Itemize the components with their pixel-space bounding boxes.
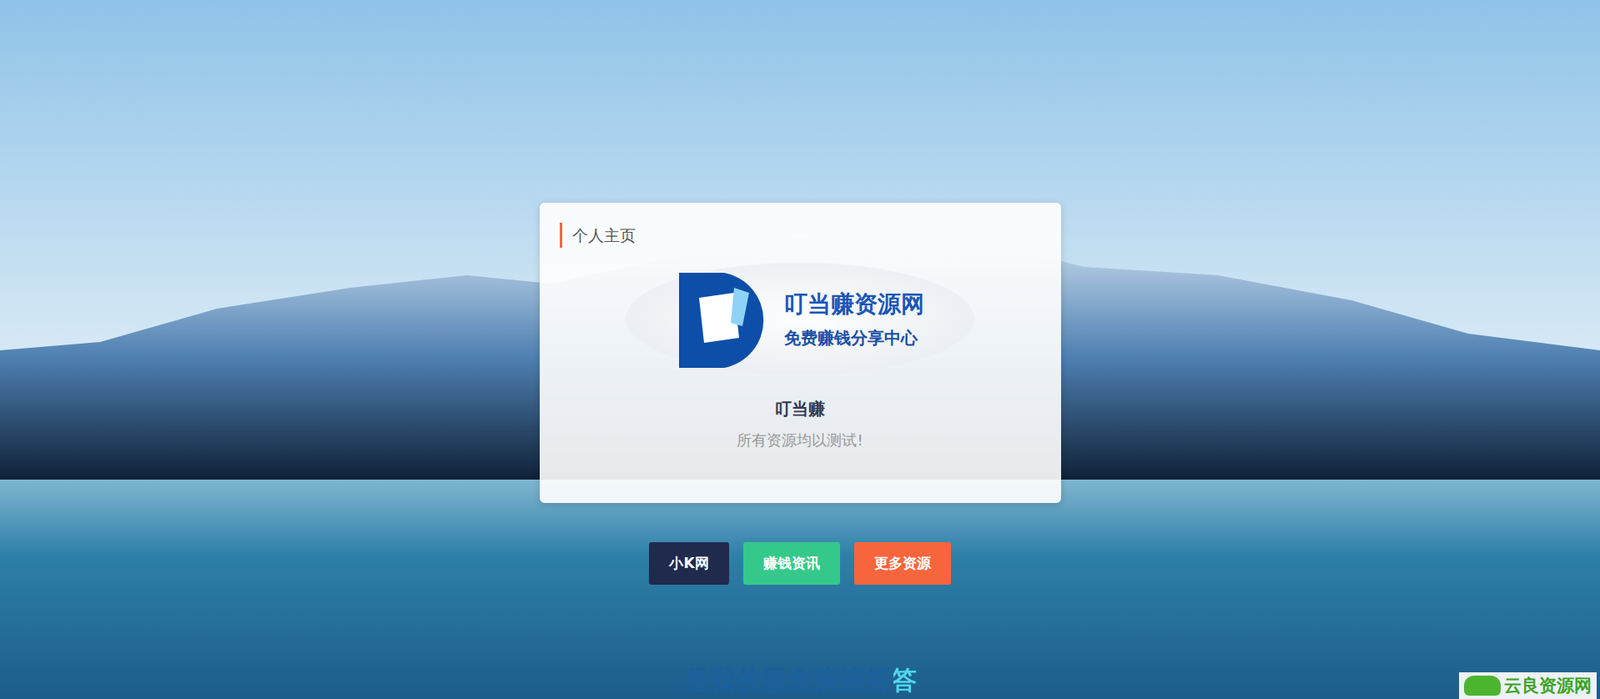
profile-motto: 所有资源均以测试! xyxy=(736,430,863,451)
lyric-text: 是我的思念滴滴答答 xyxy=(684,664,917,696)
link-button[interactable]: 小K网 xyxy=(649,542,729,585)
d-logo-icon xyxy=(675,267,776,370)
logo-name: 叮当赚资源网 xyxy=(784,288,925,321)
link-buttons: 小K网赚钱资讯更多资源 xyxy=(649,542,951,585)
card-title: 个人主页 xyxy=(559,222,1042,248)
site-logo[interactable]: 叮当赚资源网免费赚钱分享中心 xyxy=(625,262,975,375)
profile-name: 叮当赚 xyxy=(774,397,826,421)
cloud-icon xyxy=(1464,675,1501,696)
home-page: 个人主页叮当赚资源网免费赚钱分享中心叮当赚所有资源均以测试! 小K网赚钱资讯更多资… xyxy=(0,0,1600,699)
logo-slogan: 免费赚钱分享中心 xyxy=(784,327,925,350)
watermark: 云良资源网 xyxy=(1459,672,1597,699)
profile-card: 个人主页叮当赚资源网免费赚钱分享中心叮当赚所有资源均以测试! xyxy=(539,202,1062,504)
link-button[interactable]: 赚钱资讯 xyxy=(743,542,841,585)
link-button[interactable]: 更多资源 xyxy=(854,542,951,585)
